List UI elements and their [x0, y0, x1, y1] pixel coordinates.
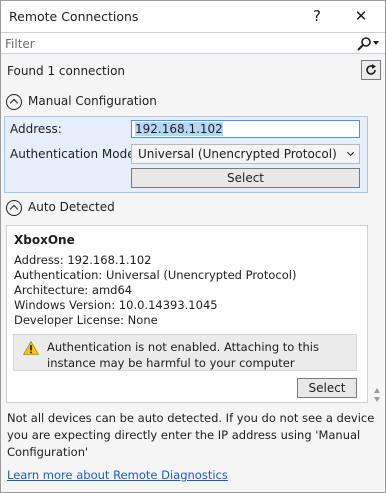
search-icon[interactable]	[356, 36, 372, 51]
auth-warning: Authentication is not enabled. Attaching…	[13, 334, 357, 371]
refresh-icon	[366, 64, 376, 75]
filter-bar	[1, 32, 385, 54]
address-label: Address:	[10, 122, 62, 136]
manual-configuration-label: Manual Configuration	[28, 94, 157, 108]
manual-select-button[interactable]: Select	[131, 168, 360, 188]
collapse-chevron-icon[interactable]	[6, 94, 22, 110]
filter-input[interactable]	[5, 36, 345, 51]
title-bar: Remote Connections ? ✕	[1, 1, 385, 32]
manual-configuration-header[interactable]: Manual Configuration	[1, 91, 385, 113]
device-architecture: Architecture: amd64	[14, 283, 133, 297]
search-options-chevron-icon[interactable]	[373, 41, 379, 45]
auto-detected-label: Auto Detected	[28, 200, 115, 214]
resize-grip-icon[interactable]	[370, 384, 384, 406]
device-select-button[interactable]: Select	[297, 378, 357, 398]
address-value: 192.168.1.102	[135, 122, 223, 136]
device-authentication: Authentication: Universal (Unencrypted P…	[14, 268, 297, 282]
manual-configuration-panel: Address: 192.168.1.102 Authentication Mo…	[4, 116, 368, 193]
close-button[interactable]: ✕	[347, 5, 375, 27]
help-button[interactable]: ?	[303, 5, 331, 27]
device-card[interactable]: XboxOne Address: 192.168.1.102 Authentic…	[6, 225, 368, 403]
learn-more-link[interactable]: Learn more about Remote Diagnostics	[7, 468, 228, 482]
chevron-down-icon	[346, 148, 355, 157]
auto-detect-note: Not all devices can be auto detected. If…	[7, 411, 375, 459]
remote-connections-window: Remote Connections ? ✕ Found 1 connectio…	[0, 0, 386, 493]
device-address: Address: 192.168.1.102	[14, 253, 152, 267]
auth-mode-select[interactable]: Universal (Unencrypted Protocol)	[131, 144, 360, 164]
device-name: XboxOne	[14, 233, 75, 247]
connection-count: Found 1 connection	[7, 64, 126, 78]
address-input[interactable]: 192.168.1.102	[131, 120, 360, 138]
window-title: Remote Connections	[9, 9, 139, 24]
warning-text: Authentication is not enabled. Attaching…	[47, 340, 319, 370]
device-windows-version: Windows Version: 10.0.14393.1045	[14, 298, 218, 312]
auth-mode-label: Authentication Mode:	[10, 147, 139, 161]
warning-icon	[23, 341, 39, 355]
refresh-button[interactable]	[361, 60, 381, 80]
auth-mode-value: Universal (Unencrypted Protocol)	[138, 147, 337, 161]
auto-detected-header[interactable]: Auto Detected	[1, 197, 385, 219]
collapse-chevron-icon[interactable]	[6, 200, 22, 216]
device-developer-license: Developer License: None	[14, 313, 158, 327]
